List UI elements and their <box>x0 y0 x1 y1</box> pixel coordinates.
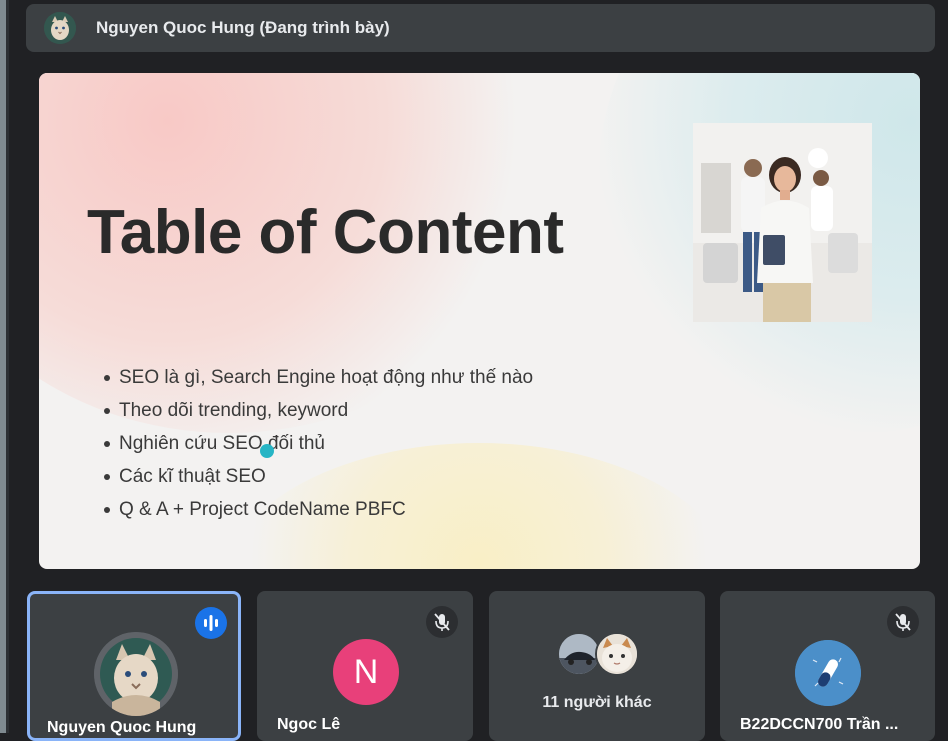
cat-avatar-icon <box>44 12 76 44</box>
participant-name: Nguyen Quoc Hung <box>47 719 197 736</box>
muted-mic-icon <box>426 606 458 638</box>
slide-photo <box>693 123 872 322</box>
toc-list: SEO là gì, Search Engine hoạt động như t… <box>99 361 533 526</box>
audio-level-icon <box>204 615 218 631</box>
pill-avatar-icon <box>795 640 861 706</box>
shared-slide: Table of Content SEO là gì, Search Engin… <box>39 73 920 569</box>
presenter-bar[interactable]: Nguyen Quoc Hung (Đang trình bày) <box>26 4 935 52</box>
cat-avatar-icon <box>94 632 178 716</box>
muted-mic-icon <box>887 606 919 638</box>
participant-tile[interactable]: B22DCCN700 Trần ... <box>720 591 935 741</box>
cat-face-avatar-icon <box>595 632 639 676</box>
slide-title: Table of Content <box>87 198 564 267</box>
participant-tile[interactable]: N Ngoc Lê <box>257 591 473 741</box>
window-edge-shadow <box>6 0 9 733</box>
toc-item: SEO là gì, Search Engine hoạt động như t… <box>103 361 533 394</box>
toc-item: Nghiên cứu SEO đối thủ <box>103 427 533 460</box>
toc-item: Các kĩ thuật SEO <box>103 460 533 493</box>
participant-name: Ngoc Lê <box>277 716 341 733</box>
toc-item: Q & A + Project CodeName PBFC <box>103 493 533 526</box>
presenter-name: Nguyen Quoc Hung (Đang trình bày) <box>96 18 390 37</box>
toc-item: Theo dõi trending, keyword <box>103 394 533 427</box>
participant-name: B22DCCN700 Trần ... <box>740 716 899 733</box>
others-count-label: 11 người khác <box>542 694 652 711</box>
participant-tile-presenter[interactable]: Nguyen Quoc Hung <box>27 591 241 741</box>
speaking-indicator <box>195 607 227 639</box>
laser-pointer <box>260 444 274 458</box>
others-tile[interactable]: 11 người khác <box>489 591 705 741</box>
initial-avatar: N <box>333 639 399 705</box>
